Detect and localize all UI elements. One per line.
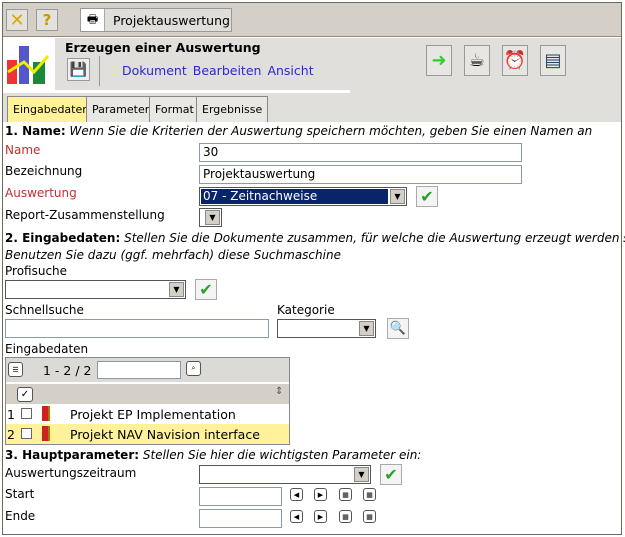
search-icon[interactable]: ⌕ [186, 361, 201, 376]
calendar-icon[interactable]: ▦ [339, 488, 352, 501]
calendar-icon[interactable]: ▦ [363, 510, 376, 523]
select-all-checkbox[interactable]: ✓ [17, 387, 33, 402]
kategorie-label: Kategorie [277, 303, 335, 317]
chevron-down-icon: ▼ [205, 210, 220, 225]
ruler-list-icon[interactable]: ▤ [540, 45, 566, 76]
table-row[interactable]: 1 Projekt EP Implementation Projectile [6, 404, 289, 437]
folder-icon [42, 406, 50, 421]
bezeichnung-label: Bezeichnung [5, 164, 83, 178]
auswertung-select[interactable]: 07 - Zeitnachweise ▼ [199, 187, 407, 206]
profisuche-label: Profisuche [5, 264, 68, 278]
table-filter-input[interactable] [97, 361, 181, 379]
prev-icon[interactable]: ◀ [290, 488, 303, 501]
chevron-down-icon: ▼ [354, 467, 369, 482]
section-2-hint: Benutzen Sie dazu (ggf. mehrfach) diese … [5, 248, 341, 262]
go-arrow-icon[interactable]: ➜ [426, 45, 452, 76]
schnellsuche-input[interactable] [5, 319, 269, 338]
projektauswertung-label: Projektauswertung [113, 12, 230, 28]
ende-input[interactable] [199, 509, 282, 528]
start-label: Start [5, 487, 35, 501]
profisuche-select[interactable]: ▼ [5, 280, 186, 299]
bezeichnung-input[interactable]: Projektauswertung [199, 165, 522, 184]
search-icon[interactable]: 🔍 [387, 318, 409, 339]
eingabedaten-table: ☰ 1 - 2 / 2 ⌕ ✓ ⇕ 1 Projekt EP Implement… [5, 357, 290, 445]
menu-ansicht[interactable]: Ansicht [267, 63, 313, 78]
row-number: 2 [7, 427, 15, 442]
table-row[interactable]: 2 Projekt NAV Navision interface [6, 424, 289, 444]
projektauswertung-button[interactable]: 🖶 Projektauswertung [80, 8, 232, 32]
section-1-heading: 1. Name: Wenn Sie die Kriterien der Ausw… [5, 124, 593, 138]
chevron-down-icon: ▼ [390, 189, 405, 204]
ende-label: Ende [5, 509, 36, 523]
row-name[interactable]: Projekt NAV Navision interface [70, 427, 260, 442]
zeitraum-select[interactable]: ▼ [199, 465, 371, 484]
tab-ergebnisse[interactable]: Ergebnisse [196, 96, 269, 122]
save-icon[interactable]: 💾 [67, 58, 90, 81]
name-input[interactable]: 30 [199, 143, 522, 162]
tab-parameter[interactable]: Parameter [86, 96, 156, 122]
calendar-clock-icon[interactable]: ⏰ [502, 45, 528, 76]
coffee-icon[interactable]: ☕ [464, 45, 490, 76]
menu-bar: Dokument Bearbeiten Ansicht [122, 63, 320, 78]
eingabedaten-label: Eingabedaten [5, 342, 89, 356]
section-2-heading: 2. Eingabedaten: Stellen Sie die Dokumen… [5, 231, 625, 245]
next-icon[interactable]: ▶ [314, 510, 327, 523]
auswertung-label: Auswertung [5, 186, 77, 200]
checkmark-icon[interactable]: ✔ [380, 464, 402, 485]
name-label: Name [5, 143, 41, 157]
report-select[interactable]: ▼ [199, 208, 222, 227]
row-number: 1 [7, 407, 15, 422]
tab-bar: Eingabedaten Parameter Format Ergebnisse [3, 93, 621, 122]
calendar-icon[interactable]: ▦ [363, 488, 376, 501]
divider [99, 56, 100, 86]
folder-icon [42, 426, 50, 441]
auswertung-value: 07 - Zeitnachweise [201, 189, 388, 204]
zeitraum-label: Auswertungszeitraum [5, 466, 137, 480]
sort-icon[interactable]: ⇕ [275, 386, 283, 397]
schnellsuche-label: Schnellsuche [5, 303, 84, 317]
next-icon[interactable]: ▶ [314, 488, 327, 501]
help-icon[interactable]: ? [36, 9, 58, 31]
printer-icon: 🖶 [81, 9, 105, 31]
table-toolbar: ☰ 1 - 2 / 2 ⌕ [6, 358, 289, 382]
report-label: Report-Zusammenstellung [5, 208, 165, 222]
menu-bearbeiten[interactable]: Bearbeiten [193, 63, 262, 78]
section-3-heading: 3. Hauptparameter: Stellen Sie hier die … [5, 448, 422, 462]
chart-logo-icon [6, 42, 52, 86]
checkmark-icon[interactable]: ✔ [195, 279, 217, 300]
chevron-down-icon: ▼ [169, 282, 184, 297]
prev-icon[interactable]: ◀ [290, 510, 303, 523]
chevron-down-icon: ▼ [359, 321, 374, 336]
kategorie-select[interactable]: ▼ [277, 319, 376, 338]
start-input[interactable] [199, 487, 282, 506]
close-icon[interactable]: ✕ [6, 9, 28, 31]
checkmark-icon[interactable]: ✔ [416, 186, 438, 207]
row-checkbox[interactable] [21, 408, 32, 419]
toolbar: ✕ ? 🖶 Projektauswertung [3, 3, 621, 37]
calendar-icon[interactable]: ▦ [339, 510, 352, 523]
menu-dokument[interactable]: Dokument [122, 63, 187, 78]
tab-format[interactable]: Format [149, 96, 200, 122]
list-menu-icon[interactable]: ☰ [8, 362, 23, 377]
table-header: ✓ ⇕ [6, 384, 289, 404]
paging-text: 1 - 2 / 2 [43, 363, 92, 378]
page-title: Erzeugen einer Auswertung [65, 40, 261, 55]
row-checkbox[interactable] [21, 428, 32, 439]
tab-eingabedaten[interactable]: Eingabedaten [7, 96, 96, 122]
